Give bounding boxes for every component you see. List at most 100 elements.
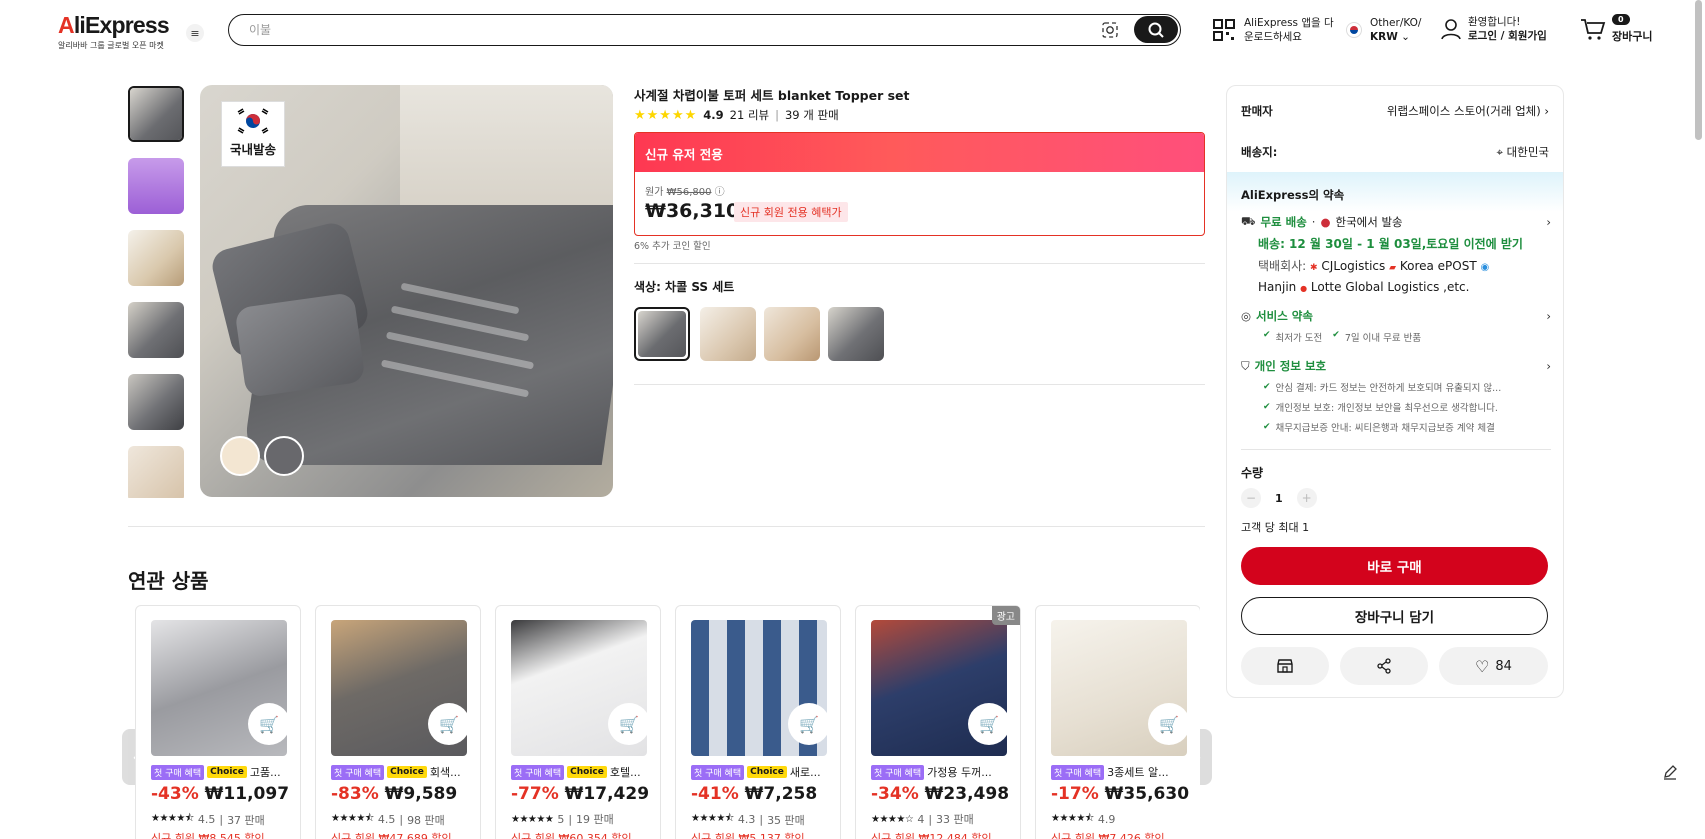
- product-card[interactable]: 🛒 첫 구매 혜택 Choice 회색... -83% ₩9,589 ★★★★⯪ 4.…: [315, 605, 481, 839]
- wishlist-button[interactable]: ♡ 84: [1439, 647, 1548, 685]
- product-card[interactable]: 🛒 첫 구매 혜택 Choice 새로... -41% ₩7,258 ★★★★⯪ 4.…: [675, 605, 841, 839]
- first-purchase-tag: 첫 구매 혜택: [151, 764, 205, 780]
- check-icon: ✔: [1263, 422, 1271, 432]
- wishlist-count: 84: [1495, 658, 1512, 674]
- delivery-estimate: 배송: 12 월 30일 - 1 월 03일,토요일 이전에 받기: [1258, 237, 1523, 251]
- check-icon: ✔: [1332, 330, 1340, 340]
- original-price: 원가 ₩56,800 ⓘ: [645, 183, 725, 198]
- thumbnail-1[interactable]: [128, 86, 184, 142]
- color-option-2[interactable]: [700, 307, 756, 361]
- seller-name[interactable]: 위랩스페이스 스토어(거래 업체): [1387, 104, 1541, 118]
- quantity-increase-button[interactable]: +: [1296, 488, 1317, 508]
- add-to-cart-icon[interactable]: 🛒: [968, 703, 1010, 745]
- thumbnail-4[interactable]: [128, 302, 184, 358]
- korea-flag-icon: ●: [1320, 215, 1331, 229]
- privacy-section[interactable]: ⛉ 개인 정보 보호 › ✔ 안심 결제: 카드 정보는 안전하게 보호되며 유출되지…: [1241, 358, 1551, 435]
- discount-percent: -34%: [871, 784, 919, 804]
- coin-discount: 6% 추가 코인 할인: [634, 241, 711, 252]
- shipping-section[interactable]: ⛟ 무료 배송 · ● 한국에서 발송 › 배송: 12 월 30일 - 1 월 03일,…: [1241, 214, 1551, 298]
- product-name: 호텔...: [609, 766, 641, 779]
- add-to-cart-icon[interactable]: 🛒: [248, 703, 290, 745]
- check-icon: ✔: [1263, 402, 1271, 412]
- app-download[interactable]: AliExpress 앱을 다 운로드하세요: [1212, 16, 1334, 44]
- purchase-panel: 판매자 위랩스페이스 스토어(거래 업체) › 배송지: ⌖ 대한민국 AliE…: [1226, 85, 1564, 698]
- cart-label: 장바구니: [1612, 30, 1653, 43]
- new-user-discount: 신규 회원 ₩8,545 할인: [151, 832, 265, 839]
- quantity-value[interactable]: 1: [1275, 492, 1283, 505]
- new-user-discount: 신규 회원 ₩60,354 할인: [511, 832, 632, 839]
- product-card[interactable]: 🛒 첫 구매 혜택 Choice 고품... -43% ₩11,097 ★★★★⯪ 4…: [135, 605, 301, 839]
- add-to-cart-icon[interactable]: 🛒: [1148, 703, 1190, 745]
- account-menu[interactable]: 환영합니다! 로그인 / 회원가입: [1440, 15, 1547, 43]
- free-shipping-label: 무료 배송: [1260, 215, 1307, 229]
- image-search-icon[interactable]: [1101, 21, 1119, 39]
- buy-now-button[interactable]: 바로 구매: [1241, 547, 1548, 585]
- login-signup-link[interactable]: 로그인 / 회원가입: [1468, 30, 1547, 42]
- review-count-link[interactable]: 21 리뷰: [730, 107, 769, 123]
- service-check-1: 최저가 도전: [1275, 333, 1323, 344]
- product-card[interactable]: 🛒 첫 구매 혜택 3종세트 알... -17% ₩35,630 ★★★★⯪ 4.9…: [1035, 605, 1200, 839]
- truck-icon: ⛟: [1241, 214, 1256, 228]
- product-title: 사계절 차렵이불 토퍼 세트 blanket Topper set: [634, 88, 910, 103]
- share-button[interactable]: [1340, 647, 1428, 685]
- discount-percent: -41%: [691, 784, 739, 804]
- thumbnail-2[interactable]: [128, 158, 184, 214]
- ship-to-row[interactable]: 배송지: ⌖ 대한민국: [1241, 144, 1549, 160]
- category-menu-icon[interactable]: ≡: [186, 24, 204, 42]
- share-icon: [1377, 658, 1391, 674]
- ad-badge: 광고: [991, 606, 1020, 625]
- divider: |: [775, 108, 779, 122]
- new-user-discount: 신규 회원 ₩47,689 할인: [331, 832, 452, 839]
- add-to-cart-button[interactable]: 장바구니 담기: [1241, 597, 1548, 635]
- service-section[interactable]: ◎ 서비스 약속 › ✔ 최저가 도전 ✔ 7일 이내 무료 반품: [1241, 308, 1551, 344]
- korea-flag-icon: [234, 106, 272, 136]
- color-option-4[interactable]: [828, 307, 884, 361]
- product-price: ₩11,097: [204, 784, 290, 804]
- new-member-price-tag: 신규 회원 전용 혜택가: [734, 202, 848, 222]
- quantity-decrease-button[interactable]: −: [1241, 488, 1261, 508]
- thumbnail-5[interactable]: [128, 374, 184, 430]
- thumbnail-3[interactable]: [128, 230, 184, 286]
- store-button[interactable]: [1241, 647, 1329, 685]
- color-option-charcoal-ss[interactable]: [634, 307, 690, 361]
- seller-label: 판매자: [1241, 104, 1273, 118]
- related-products-title: 연관 상품: [128, 569, 209, 593]
- check-icon: ✔: [1263, 382, 1271, 392]
- page-scrollbar[interactable]: [1695, 0, 1702, 140]
- cj-logo-icon: ✱: [1310, 263, 1318, 273]
- info-icon[interactable]: ⓘ: [715, 187, 725, 198]
- color-swatch-gray[interactable]: [264, 436, 304, 476]
- rating-stars: ★★★★⯪: [331, 813, 374, 824]
- seller-row[interactable]: 판매자 위랩스페이스 스토어(거래 업체) ›: [1241, 103, 1549, 119]
- aliexpress-logo[interactable]: AliExpress 알리바바 그룹 글로벌 오픈 마켓: [58, 12, 170, 51]
- new-user-discount: 신규 회원 ₩5,137 할인: [691, 832, 805, 839]
- korea-flag-icon: [1346, 22, 1362, 38]
- product-card[interactable]: 🛒 첫 구매 혜택 Choice 호텔... -77% ₩17,429 ★★★★★ 5…: [495, 605, 661, 839]
- courier-hanjin: Hanjin: [1258, 280, 1297, 294]
- edit-icon[interactable]: [1660, 762, 1680, 782]
- add-to-cart-icon[interactable]: 🛒: [428, 703, 470, 745]
- add-to-cart-icon[interactable]: 🛒: [608, 703, 650, 745]
- main-product-image[interactable]: 국내발송: [200, 85, 613, 497]
- add-to-cart-icon[interactable]: 🛒: [788, 703, 830, 745]
- logo-initial: A: [58, 12, 75, 38]
- courier-epost: Korea ePOST: [1399, 259, 1477, 273]
- color-option-3[interactable]: [764, 307, 820, 361]
- thumbnail-6[interactable]: [128, 446, 184, 498]
- rating-stars: ★★★★⯪: [691, 813, 734, 824]
- cart-link[interactable]: 0 장바구니: [1580, 14, 1652, 44]
- courier-lotte: Lotte Global Logistics ,etc.: [1310, 280, 1470, 294]
- service-icon: ◎: [1241, 309, 1252, 323]
- rating-stars: ★★★★★: [634, 107, 698, 123]
- rating-value: 4: [917, 812, 925, 826]
- product-card[interactable]: 광고 🛒 첫 구매 혜택 가정용 두꺼... -34% ₩23,498 ★★★★☆…: [855, 605, 1021, 839]
- app-download-line2: 운로드하세요: [1244, 31, 1302, 43]
- user-icon: [1441, 19, 1461, 40]
- search-input[interactable]: [249, 21, 1069, 39]
- search-button[interactable]: [1134, 16, 1178, 43]
- language-currency-selector[interactable]: Other/KO/KRW ⌄: [1346, 16, 1421, 44]
- color-swatch-beige[interactable]: [220, 436, 260, 476]
- service-title: 서비스 약속: [1256, 309, 1313, 323]
- service-check-2: 7일 이내 무료 반품: [1344, 333, 1422, 344]
- original-price-value: ₩56,800: [666, 187, 712, 198]
